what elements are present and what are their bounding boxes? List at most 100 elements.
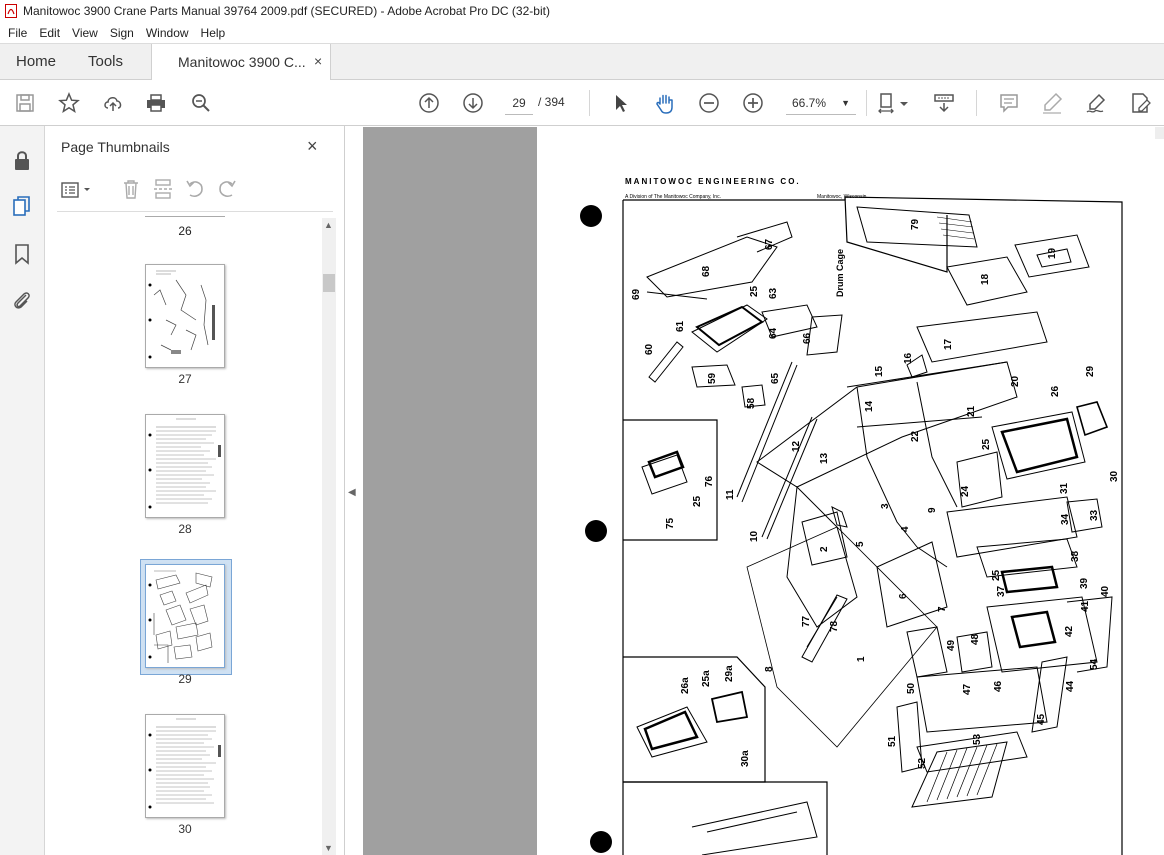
page-header: MANITOWOC ENGINEERING CO. [625,177,801,186]
attachment-paperclip-icon[interactable] [10,288,34,312]
page-number-input[interactable]: 29 [505,91,533,115]
svg-text:68: 68 [701,265,712,277]
scroll-up-arrow-icon[interactable]: ▲ [324,220,333,230]
thumbnail-image [145,414,225,518]
scroll-mode-icon[interactable] [932,91,956,115]
tab-tools[interactable]: Tools [88,53,123,70]
collapse-panel-arrow-icon[interactable]: ◀ [348,487,356,498]
punch-hole [585,520,607,542]
highlight-pen-icon[interactable] [1040,91,1064,115]
toolbar-divider [976,90,977,116]
punch-hole [590,831,612,853]
toolbar-divider [589,90,590,116]
svg-text:25a: 25a [701,670,712,687]
thumbnail-label: 26 [178,224,192,238]
bookmarks-icon[interactable] [10,242,34,266]
svg-text:3: 3 [880,503,891,509]
page-thumbnails-icon[interactable] [10,194,34,218]
svg-text:6: 6 [898,593,909,599]
hand-tool-icon[interactable] [653,91,677,115]
zoom-level-select[interactable]: 66.7% ▼ [786,91,856,115]
rotate-counterclockwise-icon[interactable] [184,178,206,200]
menu-window[interactable]: Window [140,26,195,40]
thumbnail-image [145,264,225,368]
tab-document-label: Manitowoc 3900 C... [178,54,306,70]
next-page-icon[interactable] [461,91,485,115]
delete-trash-icon[interactable] [120,178,142,200]
zoom-in-icon[interactable] [741,91,765,115]
svg-text:4: 4 [900,526,911,532]
thumbnail-toolbar [60,176,330,204]
thumbnail-page-28[interactable]: 28 [145,414,227,536]
svg-text:65: 65 [770,372,781,384]
page-subheader-left: A Division of The Manitowoc Company, Inc… [625,194,721,200]
zoom-search-icon[interactable] [189,91,213,115]
upload-cloud-icon[interactable] [101,91,125,115]
thumbnail-label: 30 [178,822,192,836]
svg-text:16: 16 [903,352,914,364]
svg-text:15: 15 [874,365,885,377]
thumbnail-options-icon[interactable] [60,180,94,200]
thumbnail-image [145,714,225,818]
close-panel-button[interactable]: × [307,136,318,157]
zoom-level-value: 66.7% [792,96,827,110]
punch-hole [580,205,602,227]
svg-text:78: 78 [829,620,840,632]
fit-page-icon[interactable] [876,91,900,115]
toolbar-divider [866,90,867,116]
previous-page-icon[interactable] [417,91,441,115]
bookmark-star-icon[interactable] [57,91,81,115]
select-cursor-icon[interactable] [609,91,633,115]
thumbnail-page-30[interactable]: 30 [145,714,227,836]
zoom-out-icon[interactable] [697,91,721,115]
svg-text:51: 51 [887,735,898,747]
save-icon[interactable] [13,91,37,115]
thumbnail-label: 28 [178,522,192,536]
menu-file[interactable]: File [2,26,33,40]
svg-text:66: 66 [802,332,813,344]
lock-icon[interactable] [10,148,34,172]
svg-text:67: 67 [764,238,775,250]
comment-icon[interactable] [997,91,1021,115]
drum-cage-label: Drum Cage [835,249,845,297]
thumbnail-page-27[interactable]: 27 [145,264,227,386]
print-icon[interactable] [144,91,168,115]
thumbnail-label: 29 [178,672,192,686]
svg-text:50: 50 [906,682,917,694]
svg-text:26a: 26a [680,677,691,694]
tab-bar: Home Tools Manitowoc 3900 C... × [0,43,1164,81]
thumbnail-page-29[interactable]: 29 [145,564,227,686]
sign-pen-icon[interactable] [1084,91,1108,115]
svg-text:53: 53 [972,733,983,745]
svg-text:17: 17 [943,338,954,350]
thumbnail-image [145,564,225,668]
svg-text:25: 25 [991,569,1002,581]
menu-edit[interactable]: Edit [33,26,66,40]
svg-text:30: 30 [1109,470,1120,482]
menu-help[interactable]: Help [195,26,232,40]
thumbnail-scrollbar[interactable]: ▲ ▼ [322,218,336,855]
extract-pages-icon[interactable] [152,178,174,200]
menu-sign[interactable]: Sign [104,26,140,40]
rotate-clockwise-icon[interactable] [216,178,238,200]
svg-text:2: 2 [819,546,830,552]
svg-text:5: 5 [855,541,866,547]
svg-text:48: 48 [970,633,981,645]
tab-document[interactable]: Manitowoc 3900 C... × [151,44,331,81]
svg-text:30a: 30a [740,750,751,767]
svg-text:61: 61 [675,320,686,332]
scrollbar-thumb[interactable] [323,274,335,292]
svg-text:10: 10 [749,530,760,542]
tab-home[interactable]: Home [16,53,56,70]
document-page[interactable]: MANITOWOC ENGINEERING CO. A Division of … [537,127,1164,855]
scroll-down-arrow-icon[interactable]: ▼ [324,843,333,853]
svg-text:49: 49 [946,639,957,651]
tab-close-button[interactable]: × [314,53,322,69]
edit-document-icon[interactable] [1128,91,1152,115]
svg-text:47: 47 [962,683,973,695]
page-total: / 394 [538,95,565,109]
svg-text:26: 26 [1050,385,1061,397]
fit-page-chevron-icon[interactable] [898,91,910,115]
viewer-scrollbar[interactable] [1155,127,1164,139]
menu-view[interactable]: View [66,26,104,40]
